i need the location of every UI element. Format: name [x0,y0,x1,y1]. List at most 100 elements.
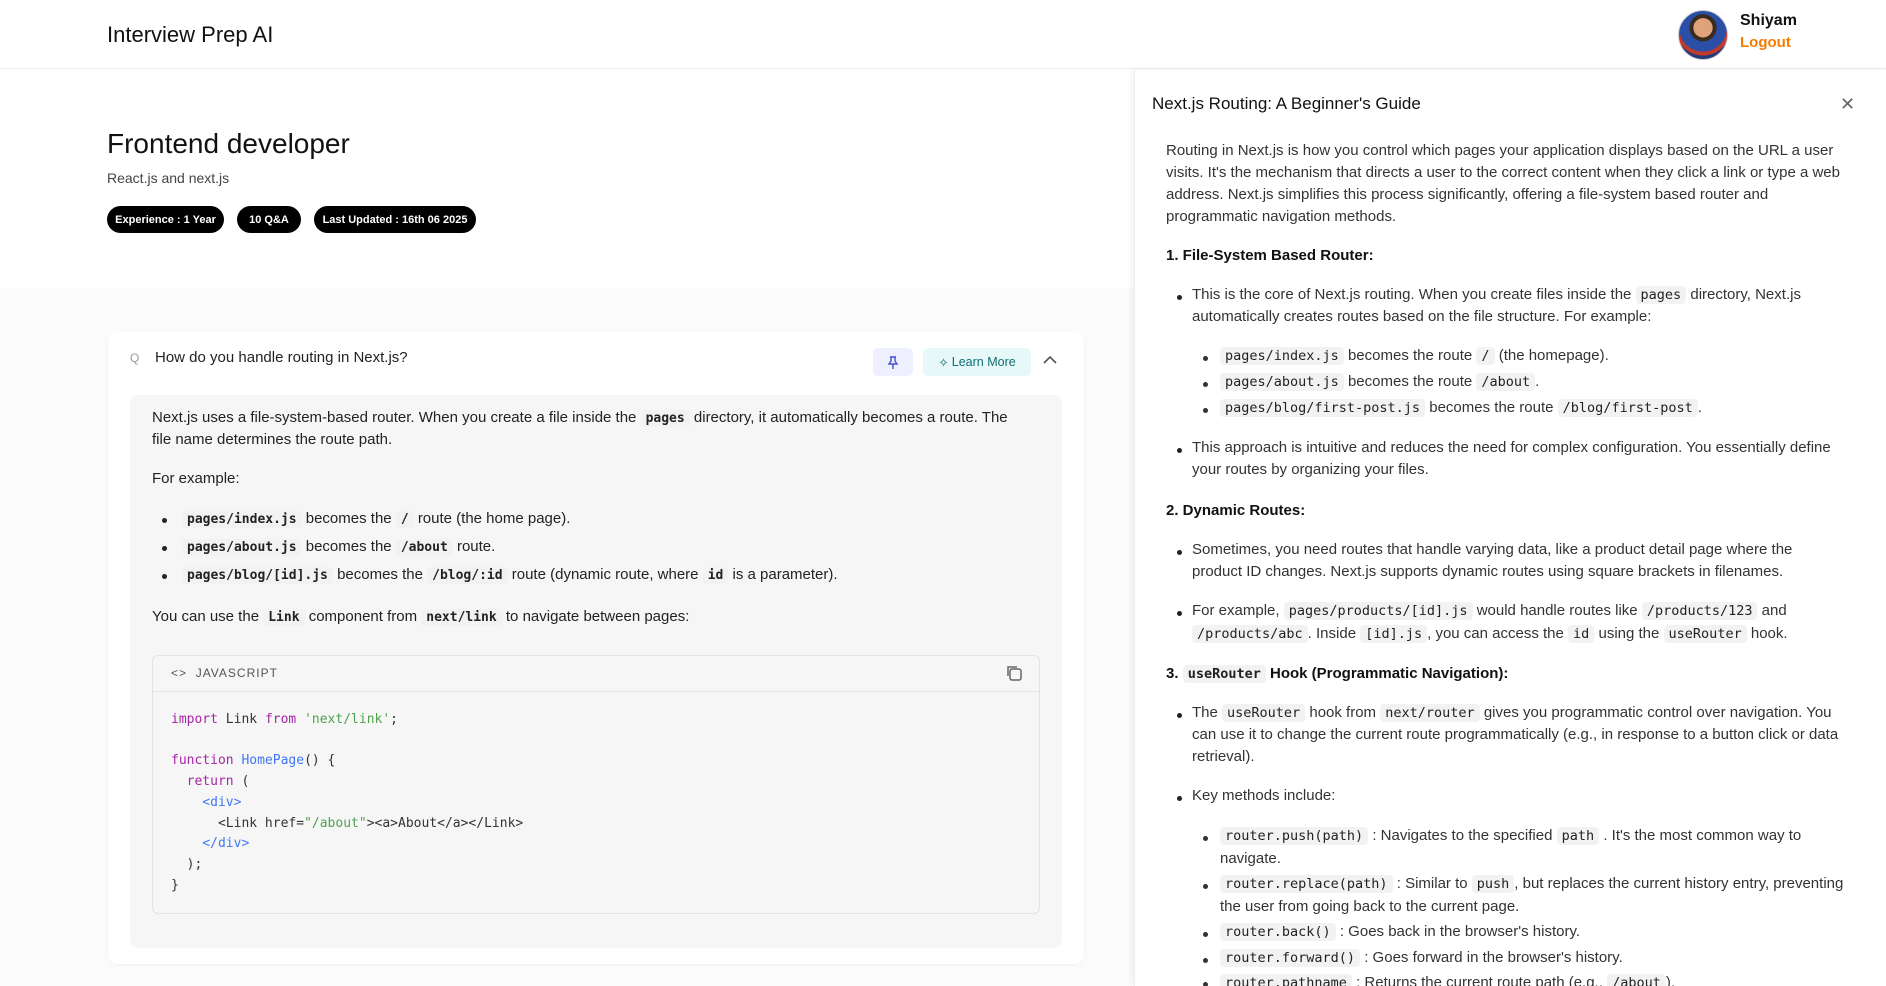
s3-sub-4: router.forward() : Goes forward in the b… [1220,947,1623,969]
bullet [1203,408,1208,413]
top-header [0,0,1886,69]
panel-text: . [1697,399,1702,416]
answer-text: is a parameter). [732,566,838,583]
panel-text: . It's the most common way to [1603,827,1802,844]
inline-code: useRouter [1663,625,1747,643]
copy-icon[interactable] [1005,664,1023,682]
s1-sub-2: pages/about.js becomes the route /about. [1220,371,1539,393]
inline-code: router.replace(path) [1220,875,1393,893]
panel-text: This is the core of Next.js routing. Whe… [1192,286,1632,303]
s3-sub-1: router.push(path) : Navigates to the spe… [1220,825,1801,847]
close-icon[interactable]: ✕ [1840,94,1855,115]
code-block: <> JAVASCRIPT import Link from 'next/lin… [152,655,1040,914]
panel-text: . [1535,373,1540,390]
panel-text: hook. [1750,625,1788,642]
qa-count-badge: 10 Q&A [237,206,301,233]
app-logo[interactable]: Interview Prep AI [107,22,273,48]
code-token: return [171,774,234,790]
code-token: Link [217,712,265,727]
inline-code: /about [1476,373,1536,391]
learn-more-button[interactable]: ✧ Learn More [923,348,1031,376]
sparkle-icon: ✧ [938,355,949,370]
code-token: ; [390,712,398,727]
bullet [1203,836,1208,841]
code-language-label: JAVASCRIPT [195,666,278,680]
bullet [1177,550,1182,555]
inline-code: id [1568,625,1595,643]
panel-text: hook from [1309,704,1377,721]
code-token: <div> [171,794,242,810]
s3-sub-1-cont: navigate. [1220,850,1281,867]
inline-code: /products/abc [1192,625,1308,643]
s1-bullet-2: This approach is intuitive and reduces t… [1192,439,1831,456]
bullet [1203,356,1208,361]
s2-bullet-1-cont: product ID changes. Next.js supports dyn… [1192,563,1784,580]
logout-link[interactable]: Logout [1740,34,1791,51]
inline-code: useRouter [1222,704,1306,722]
inline-code: pages/about.js [1220,373,1344,391]
panel-text: directory, Next.js [1690,286,1801,303]
bullet [1203,958,1208,963]
intro-line: programmatic navigation methods. [1166,208,1397,225]
answer-bullet-2: pages/about.js becomes the /about route. [182,536,495,559]
inline-code: /blog/first-post [1557,399,1698,417]
question-text[interactable]: How do you handle routing in Next.js? [155,349,408,366]
panel-text: Hook (Programmatic Navigation): [1270,665,1509,682]
bullet [1203,982,1208,986]
inline-code: router.push(path) [1220,827,1369,845]
panel-text: : Similar to [1396,875,1468,892]
bullet [1203,382,1208,387]
drawer-title: Next.js Routing: A Beginner's Guide [1152,94,1421,113]
inline-code: router.back() [1220,923,1336,941]
s3-sub-5: router.pathname : Returns the current ro… [1220,972,1675,986]
s3-bullet-1-cont: can use it to change the current route p… [1192,726,1839,743]
s2-bullet-2-cont: /products/abc. Inside [id].js, you can a… [1192,623,1788,645]
panel-text: 3. [1166,665,1179,682]
bullet [162,546,167,551]
bullet [1203,932,1208,937]
role-topics: React.js and next.js [107,170,230,186]
s3-sub-2: router.replace(path) : Similar to push, … [1220,873,1843,895]
code-token: ); [171,856,203,872]
code-token: from [264,712,297,727]
bullet [1177,713,1182,718]
inline-code: pages/blog/[id].js [182,567,333,584]
answer-para-3: You can use the Link component from next… [152,606,689,629]
inline-code: Link [263,609,305,626]
s3-bullet-2: Key methods include: [1192,787,1336,804]
code-body: import Link from 'next/link'; function H… [171,710,523,896]
answer-text: becomes the [337,566,423,583]
panel-text: becomes the route [1429,399,1554,416]
panel-text: , you can access the [1427,625,1564,642]
user-avatar[interactable] [1678,10,1728,60]
s3-bullet-1: The useRouter hook from next/router give… [1192,702,1832,724]
panel-text: becomes the route [1347,373,1473,390]
pin-button[interactable] [873,348,913,376]
panel-text: using the [1598,625,1660,642]
answer-text: Next.js uses a file-system-based router.… [152,409,637,426]
bullet [1203,884,1208,889]
inline-code: next/router [1380,704,1480,722]
inline-code: pages/about.js [182,539,302,556]
collapse-chevron-icon[interactable] [1043,352,1057,369]
answer-bullet-1: pages/index.js becomes the / route (the … [182,508,570,531]
inline-code: router.forward() [1220,949,1361,967]
panel-text: : Returns the current route path (e.g., [1356,974,1603,986]
code-brackets-icon: <> [171,666,188,680]
panel-text: : Goes back in the browser's history. [1339,923,1581,940]
s2-bullet-2: For example, pages/products/[id].js woul… [1192,600,1787,622]
code-token: HomePage [233,753,305,769]
s3-sub-3: router.back() : Goes back in the browser… [1220,921,1580,943]
section-heading-2: 2. Dynamic Routes: [1166,502,1306,519]
panel-text: . Inside [1307,625,1357,642]
code-token: 'next/link' [296,712,391,727]
panel-text: The [1192,704,1218,721]
role-title: Frontend developer [107,128,350,159]
code-token: <Link href= [171,815,305,831]
inline-code: pages/index.js [182,511,302,528]
code-token: ><a>About</a></Link> [366,815,524,831]
bullet [162,518,167,523]
inline-code: next/link [421,609,502,626]
intro-line: address. Next.js simplifies this process… [1166,186,1769,203]
bullet [1177,448,1182,453]
